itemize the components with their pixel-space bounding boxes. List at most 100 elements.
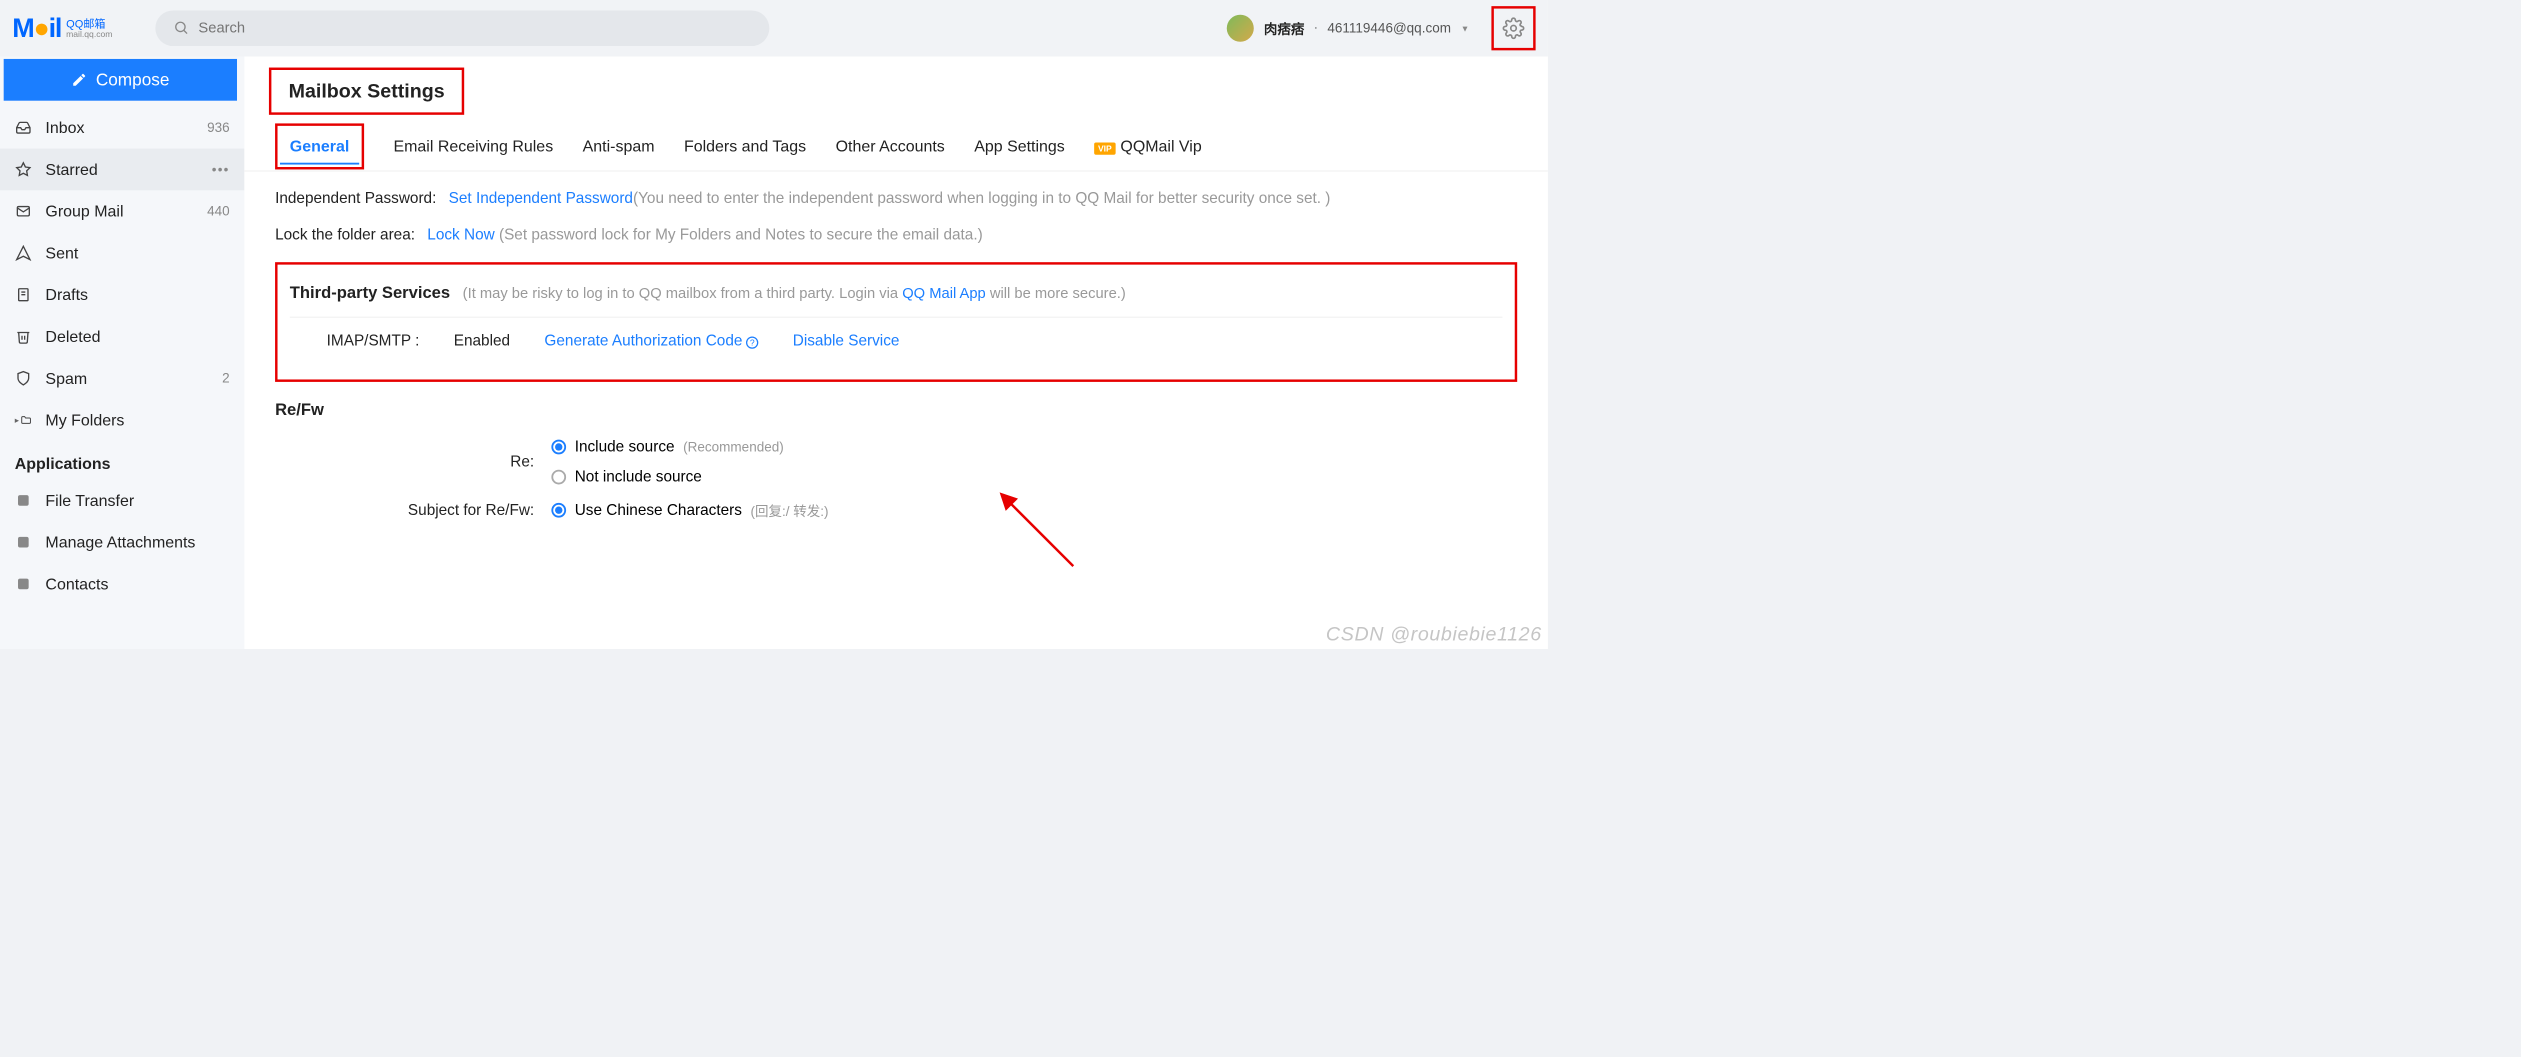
- radio-label: Include source: [575, 438, 675, 456]
- sidebar-app-attachments[interactable]: Manage Attachments: [0, 521, 244, 563]
- compose-label: Compose: [96, 70, 170, 90]
- attachment-icon: [15, 534, 32, 551]
- radio-icon: [551, 439, 566, 454]
- radio-include-source[interactable]: Include source (Recommended): [551, 438, 783, 456]
- disable-service-link[interactable]: Disable Service: [793, 332, 900, 350]
- radio-label: Not include source: [575, 468, 702, 486]
- sidebar-item-label: My Folders: [45, 410, 124, 429]
- user-name: 肉痞痞: [1264, 18, 1305, 38]
- sidebar-item-spam[interactable]: Spam 2: [0, 357, 244, 399]
- chevron-down-icon[interactable]: ▼: [1461, 23, 1470, 33]
- radio-not-include-source[interactable]: Not include source: [551, 468, 783, 486]
- help-icon[interactable]: ?: [746, 336, 758, 348]
- sidebar-item-label: Spam: [45, 369, 87, 388]
- sidebar-apps-header: Applications: [0, 441, 244, 480]
- count-badge: 936: [207, 120, 230, 136]
- row-re: Re: Include source (Recommended) Not inc…: [275, 438, 1517, 486]
- settings-button-highlight: [1491, 6, 1535, 50]
- logo-letter: il: [49, 13, 62, 43]
- row-subject-refw: Subject for Re/Fw: Use Chinese Character…: [275, 500, 1517, 520]
- lock-now-link[interactable]: Lock Now: [427, 226, 494, 243]
- tab-app-settings[interactable]: App Settings: [974, 122, 1065, 171]
- main-content: Mailbox Settings General Email Receiving…: [244, 56, 1548, 649]
- sidebar-app-file-transfer[interactable]: File Transfer: [0, 480, 244, 522]
- watermark: CSDN @roubiebie1126: [1326, 623, 1542, 646]
- inbox-icon: [15, 119, 32, 136]
- generate-auth-code-link[interactable]: Generate Authorization Code: [544, 332, 742, 349]
- label: Lock the folder area:: [275, 226, 415, 244]
- tab-qqmail-vip[interactable]: VIPQQMail Vip: [1094, 122, 1201, 171]
- radio-icon: [551, 503, 566, 518]
- sidebar-item-label: Inbox: [45, 118, 84, 137]
- sidebar-item-label: Manage Attachments: [45, 533, 195, 552]
- sidebar-item-drafts[interactable]: Drafts: [0, 274, 244, 316]
- hint: (回复:/ 转发:): [751, 500, 829, 520]
- logo-o-icon: ●: [34, 13, 49, 43]
- tab-general[interactable]: General: [275, 123, 364, 169]
- folder-icon: ▸: [15, 411, 32, 428]
- logo[interactable]: M●il QQ邮箱 mail.qq.com: [12, 13, 112, 44]
- group-icon: [15, 203, 32, 220]
- sidebar-item-deleted[interactable]: Deleted: [0, 316, 244, 358]
- sidebar-item-sent[interactable]: Sent: [0, 232, 244, 274]
- avatar[interactable]: [1227, 15, 1254, 42]
- sidebar-item-starred[interactable]: Starred •••: [0, 149, 244, 191]
- count-badge: 440: [207, 203, 230, 219]
- shield-icon: [15, 370, 32, 387]
- compose-button[interactable]: Compose: [4, 59, 237, 101]
- more-icon[interactable]: •••: [212, 161, 230, 177]
- sidebar-item-label: Contacts: [45, 574, 108, 593]
- sidebar-item-label: Sent: [45, 243, 78, 262]
- hint: (Recommended): [683, 439, 784, 455]
- sidebar-item-label: Deleted: [45, 327, 100, 346]
- section-hint: (It may be risky to log in to QQ mailbox…: [463, 285, 1126, 302]
- row-lock-folder: Lock the folder area: Lock Now (Set pass…: [275, 226, 1517, 244]
- sidebar-item-label: Starred: [45, 160, 97, 179]
- sidebar: Compose Inbox 936 Starred ••• Group Mail…: [0, 56, 244, 649]
- imap-smtp-row: IMAP/SMTP : Enabled Generate Authorizati…: [290, 332, 1503, 350]
- section-title: Third-party Services: [290, 283, 450, 301]
- section-title-refw: Re/Fw: [275, 400, 1517, 419]
- logo-letter: M: [12, 13, 33, 43]
- search-box[interactable]: [155, 10, 769, 46]
- sidebar-item-inbox[interactable]: Inbox 936: [0, 107, 244, 149]
- imap-status: Enabled: [454, 332, 510, 350]
- sent-icon: [15, 244, 32, 261]
- imap-label: IMAP/SMTP :: [327, 332, 420, 350]
- sidebar-item-label: Group Mail: [45, 202, 123, 221]
- tab-folders-tags[interactable]: Folders and Tags: [684, 122, 806, 171]
- contacts-icon: [15, 575, 32, 592]
- label: Independent Password:: [275, 190, 436, 208]
- radio-chinese-chars[interactable]: Use Chinese Characters (回复:/ 转发:): [551, 500, 828, 520]
- tab-anti-spam[interactable]: Anti-spam: [583, 122, 655, 171]
- drafts-icon: [15, 286, 32, 303]
- label: Re:: [275, 453, 551, 471]
- divider: [290, 317, 1503, 318]
- sidebar-item-group-mail[interactable]: Group Mail 440: [0, 190, 244, 232]
- gear-icon[interactable]: [1502, 17, 1524, 39]
- tab-email-rules[interactable]: Email Receiving Rules: [393, 122, 553, 171]
- qq-mail-app-link[interactable]: QQ Mail App: [902, 285, 986, 302]
- hint: (Set password lock for My Folders and No…: [499, 226, 983, 243]
- sidebar-item-my-folders[interactable]: ▸ My Folders: [0, 399, 244, 441]
- radio-label: Use Chinese Characters: [575, 501, 742, 519]
- tabs: General Email Receiving Rules Anti-spam …: [244, 122, 1548, 171]
- sidebar-app-contacts[interactable]: Contacts: [0, 563, 244, 605]
- page-title-highlight: Mailbox Settings: [269, 68, 464, 115]
- sidebar-item-label: Drafts: [45, 285, 88, 304]
- search-icon: [174, 20, 190, 36]
- set-password-link[interactable]: Set Independent Password: [449, 190, 633, 207]
- file-transfer-icon: [15, 492, 32, 509]
- tab-other-accounts[interactable]: Other Accounts: [836, 122, 945, 171]
- header: M●il QQ邮箱 mail.qq.com 肉痞痞 · 461119446@qq…: [0, 0, 1548, 56]
- sidebar-item-label: File Transfer: [45, 491, 134, 510]
- search-input[interactable]: [198, 20, 751, 37]
- page-title: Mailbox Settings: [289, 80, 445, 103]
- header-user[interactable]: 肉痞痞 · 461119446@qq.com ▼: [1227, 6, 1536, 50]
- user-email: 461119446@qq.com: [1327, 20, 1451, 36]
- logo-cn: QQ邮箱: [66, 18, 112, 29]
- vip-badge-icon: VIP: [1094, 142, 1115, 154]
- label: Subject for Re/Fw:: [275, 501, 551, 519]
- row-independent-password: Independent Password: Set Independent Pa…: [275, 190, 1517, 208]
- star-icon: [15, 161, 32, 178]
